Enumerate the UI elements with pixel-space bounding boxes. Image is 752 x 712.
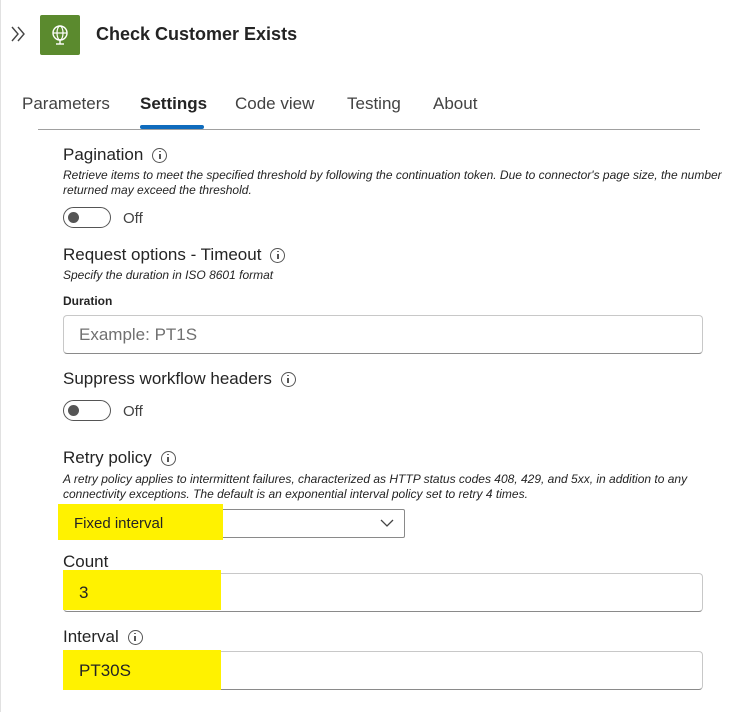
count-value: 3 [79,582,89,602]
interval-value: PT30S [79,660,131,680]
suppress-label: Suppress workflow headers [63,369,272,388]
info-icon[interactable] [127,629,143,645]
suppress-toggle[interactable] [63,400,111,421]
timeout-description: Specify the duration in ISO 8601 format [63,268,274,282]
timeout-label-row: Request options - Timeout [63,245,286,265]
info-icon[interactable] [152,147,168,163]
double-chevron-right-icon[interactable] [9,22,29,46]
tab-settings[interactable]: Settings [140,94,207,114]
pagination-toggle[interactable] [63,207,111,228]
toggle-knob [68,212,79,223]
info-icon[interactable] [270,247,286,263]
tab-testing[interactable]: Testing [347,94,401,114]
retry-policy-selected: Fixed interval [74,515,164,532]
count-input[interactable]: 3 [63,570,703,612]
pagination-description: Retrieve items to meet the specified thr… [63,168,722,197]
retry-label: Retry policy [63,448,152,467]
retry-description: A retry policy applies to intermittent f… [63,472,688,501]
toggle-knob [68,405,79,416]
retry-policy-dropdown[interactable]: Fixed interval [58,504,405,540]
pagination-toggle-state: Off [123,210,143,227]
timeout-label: Request options - Timeout [63,245,262,264]
interval-label: Interval [63,627,119,646]
panel-left-border [0,0,1,712]
info-icon[interactable] [160,450,176,466]
interval-input[interactable]: PT30S [63,650,703,690]
tab-divider [38,129,700,130]
pagination-label: Pagination [63,145,144,164]
pagination-label-row: Pagination [63,145,168,165]
tab-code-view[interactable]: Code view [235,94,314,114]
globe-icon [52,25,68,45]
duration-placeholder: Example: PT1S [79,324,198,344]
info-icon[interactable] [280,371,296,387]
duration-label: Duration [63,294,113,308]
suppress-toggle-state: Off [123,403,143,420]
interval-label-row: Interval [63,627,143,647]
duration-input[interactable]: Example: PT1S [63,315,703,354]
page-title: Check Customer Exists [96,24,298,44]
retry-label-row: Retry policy [63,448,176,468]
tab-parameters[interactable]: Parameters [22,94,110,114]
tab-about[interactable]: About [433,94,477,114]
app-icon [40,15,80,55]
suppress-label-row: Suppress workflow headers [63,369,296,389]
chevron-down-icon [380,519,394,527]
count-label: Count [63,552,109,571]
